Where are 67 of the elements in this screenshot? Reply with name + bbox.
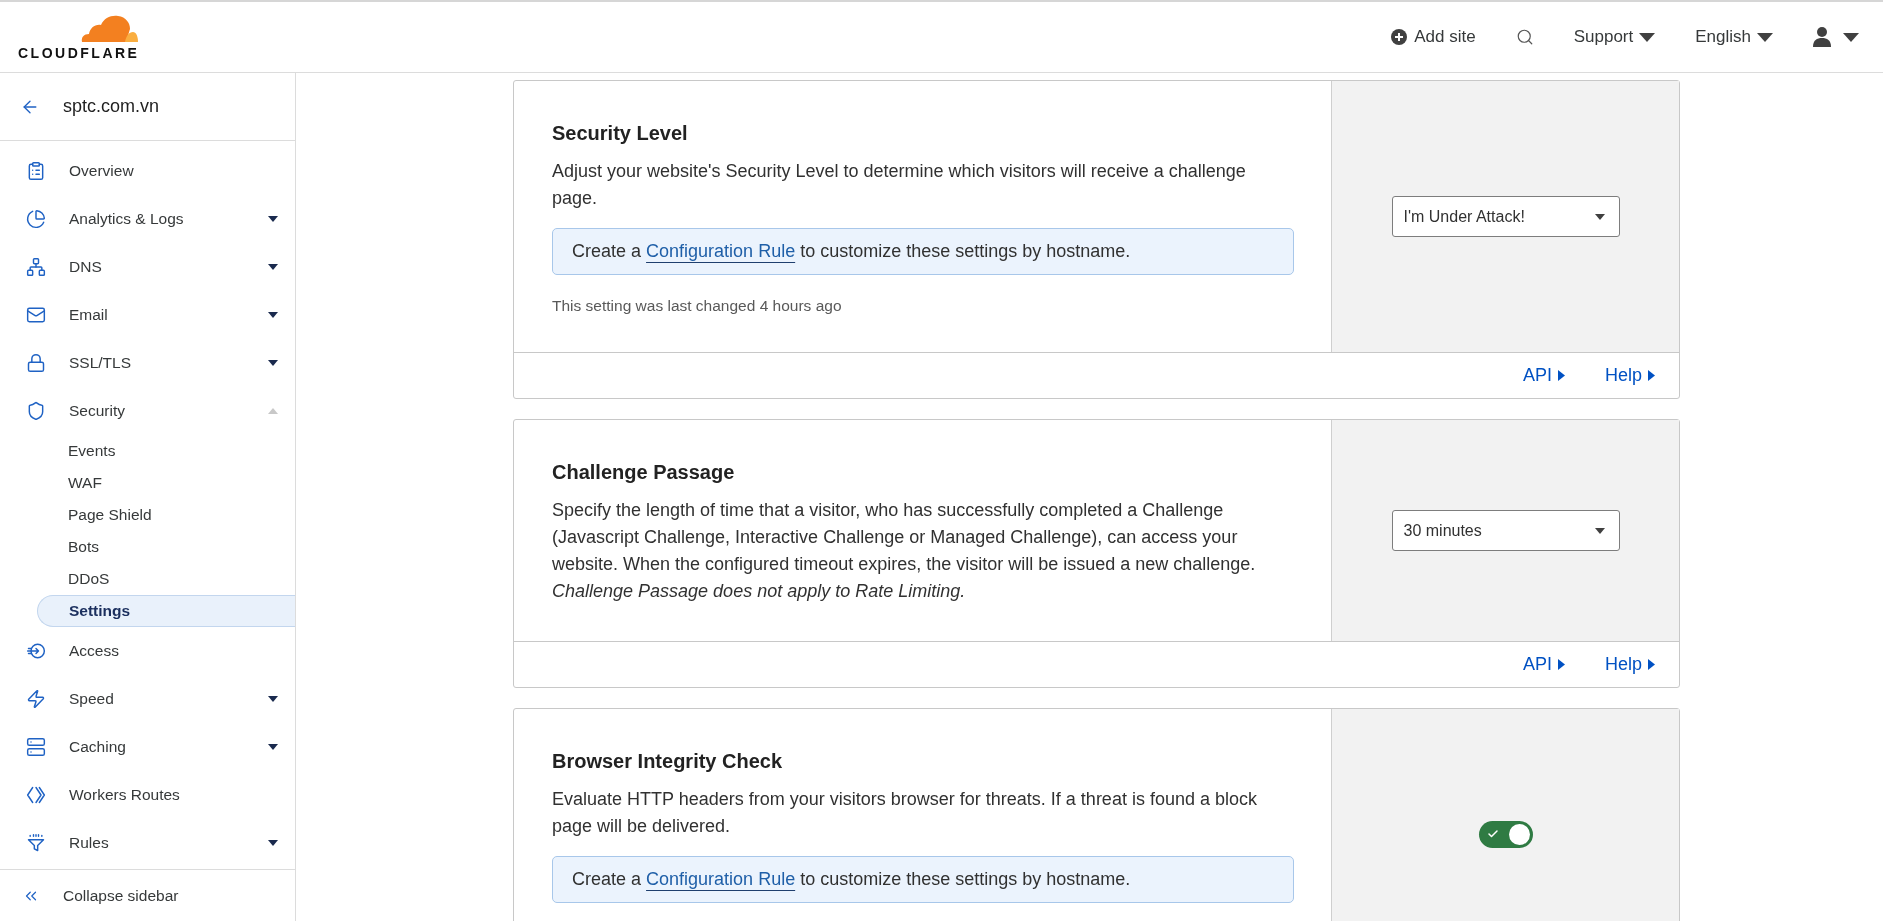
configuration-rule-link[interactable]: Configuration Rule bbox=[646, 869, 796, 889]
card-title: Security Level bbox=[552, 121, 689, 146]
sidebar-item[interactable]: Email bbox=[0, 291, 295, 339]
funnel-icon bbox=[26, 833, 46, 853]
search-icon[interactable] bbox=[1515, 28, 1534, 46]
check-icon bbox=[1486, 828, 1499, 840]
sidebar-item[interactable]: DNS bbox=[0, 243, 295, 291]
dropdown[interactable]: 30 minutes bbox=[1391, 510, 1620, 551]
info-text: Create a Configuration Rule to customize these settings by hostname. bbox=[572, 868, 1131, 891]
circle-arrow-icon bbox=[26, 641, 46, 661]
footer-link[interactable]: Help bbox=[1604, 362, 1655, 389]
caret-down-icon bbox=[1594, 527, 1605, 534]
sidebar-item[interactable]: Workers Routes bbox=[0, 771, 295, 819]
menu-button[interactable]: Support bbox=[1573, 24, 1656, 50]
info-text: Create a Configuration Rule to customize these settings by hostname. bbox=[572, 240, 1131, 263]
sidebar-subitem[interactable]: Events bbox=[37, 435, 295, 467]
pie-chart-icon bbox=[26, 209, 46, 229]
caret-down-icon bbox=[1843, 32, 1859, 42]
configuration-rule-link[interactable]: Configuration Rule bbox=[646, 241, 796, 261]
caret-down-icon bbox=[1639, 32, 1656, 42]
card-title: Challenge Passage bbox=[552, 460, 736, 485]
card-description: Adjust your website's Security Level to determine which visitors will receive a challenge page. bbox=[552, 160, 1247, 210]
sidebar-subitem[interactable]: Settings bbox=[37, 595, 295, 627]
toggle-switch[interactable] bbox=[1478, 820, 1533, 848]
site-name: sptc.com.vn bbox=[63, 95, 160, 118]
sidebar-item[interactable]: Access bbox=[0, 627, 295, 675]
account-menu-button[interactable] bbox=[1813, 27, 1859, 47]
caret-right-icon bbox=[1648, 659, 1655, 670]
caret-right-icon bbox=[1648, 370, 1655, 381]
sidebar-item[interactable]: Caching bbox=[0, 723, 295, 771]
logo-text[interactable]: CLOUDFLARE bbox=[18, 45, 140, 60]
add-site-button[interactable]: Add site bbox=[1391, 24, 1476, 50]
card-description: Evaluate HTTP headers from your visitors browser for threats. If a threat is found a block page will be delivered. bbox=[552, 788, 1258, 838]
chevrons-icon bbox=[26, 785, 46, 805]
card-note: Challenge Passage does not apply to Rate Limiting. bbox=[552, 580, 967, 603]
card-title: Browser Integrity Check bbox=[552, 749, 784, 774]
sidebar-subitem[interactable]: WAF bbox=[37, 467, 295, 499]
sidebar-subitem[interactable]: DDoS bbox=[37, 563, 295, 595]
collapse-sidebar-button[interactable]: Collapse sidebar bbox=[22, 883, 179, 908]
sidebar-subitem[interactable]: Bots bbox=[37, 531, 295, 563]
sidebar-item[interactable]: Overview bbox=[0, 147, 295, 195]
card-description: Specify the length of time that a visitor, who has successfully completed a Challenge (Javascript Challenge, Interactive Challenge or Managed Challenge), can access your website. When the configured timeout expires, the visitor will be issued a new challenge. bbox=[552, 499, 1257, 576]
menu-button[interactable]: English bbox=[1695, 24, 1773, 50]
shield-icon bbox=[26, 401, 46, 421]
footer-link[interactable]: Help bbox=[1604, 651, 1655, 678]
sidebar-item[interactable]: Speed bbox=[0, 675, 295, 723]
lock-icon bbox=[26, 353, 46, 373]
caret-right-icon bbox=[1557, 659, 1565, 670]
sidebar-item[interactable]: Security bbox=[0, 387, 295, 435]
last-changed-text: This setting was last changed 4 hours ago bbox=[552, 296, 843, 316]
footer-link[interactable]: API bbox=[1522, 651, 1565, 678]
envelope-icon bbox=[26, 305, 46, 325]
caret-down-icon bbox=[1594, 213, 1605, 220]
caret-right-icon bbox=[1557, 370, 1565, 381]
sidebar-item[interactable]: Analytics & Logs bbox=[0, 195, 295, 243]
user-icon bbox=[1813, 27, 1831, 47]
sitemap-icon bbox=[26, 257, 46, 277]
lightning-icon bbox=[26, 689, 46, 709]
plus-circle-icon bbox=[1391, 29, 1408, 45]
sidebar-item[interactable]: Rules bbox=[0, 819, 295, 867]
footer-link[interactable]: API bbox=[1522, 362, 1565, 389]
dropdown[interactable]: I'm Under Attack! bbox=[1391, 196, 1620, 237]
clipboard-icon bbox=[26, 161, 46, 181]
server-icon bbox=[26, 737, 46, 757]
sidebar-subitem[interactable]: Page Shield bbox=[37, 499, 295, 531]
sidebar-item[interactable]: SSL/TLS bbox=[0, 339, 295, 387]
caret-down-icon bbox=[1757, 32, 1773, 42]
